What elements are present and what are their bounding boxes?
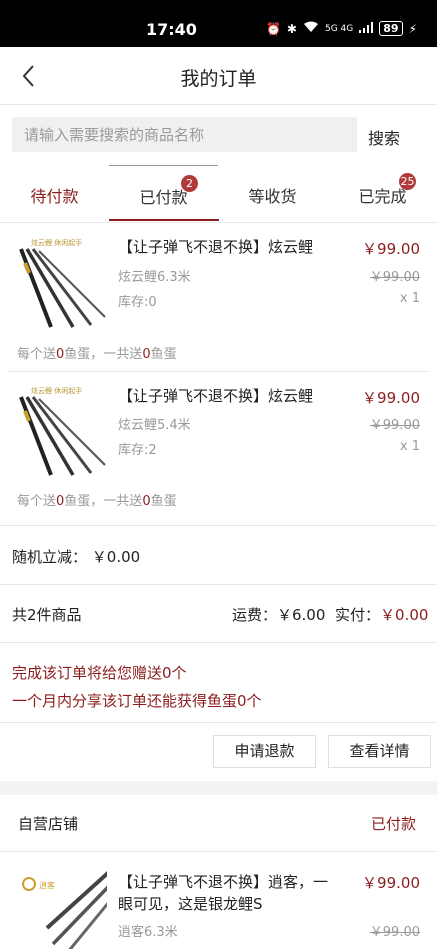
discount-value: ￥0.00 [91, 548, 141, 566]
tab-label: 待付款 [30, 187, 79, 206]
divider [0, 722, 437, 723]
search-button[interactable]: 搜索 [368, 125, 400, 149]
product-spec: 炫云鲤5.4米 [118, 418, 191, 433]
section-gap [0, 781, 437, 795]
signal-label: 5G 4G [324, 23, 354, 34]
order-item[interactable]: 炫云鲤 休闲起手 【让子弹飞不退不换】炫云鲤 ￥99.00 炫云鲤5.4米 ￥9… [0, 372, 437, 525]
original-price: ￥99.00 [369, 418, 420, 433]
divider [0, 584, 437, 585]
product-price: ￥99.00 [362, 389, 420, 407]
svg-text:炫云鲤 休闲起手: 炫云鲤 休闲起手 [31, 238, 82, 247]
shop-name: 自营店铺 [18, 815, 79, 833]
item-count: 共2件商品 [12, 606, 82, 624]
tab-completed[interactable]: 已完成 25 [328, 165, 437, 222]
product-title: 【让子弹飞不退不换】炫云鲤 [118, 238, 314, 256]
original-price: ￥99.00 [369, 270, 420, 285]
paid-label: 实付： [335, 606, 381, 624]
search-input[interactable] [12, 117, 357, 152]
tab-label: 已完成 [358, 187, 407, 206]
status-time: 17:40 [146, 20, 197, 39]
tab-label: 已付款 [139, 188, 188, 207]
egg-reward-text: 每个送0鱼蛋，一共送0鱼蛋 [17, 347, 177, 362]
product-quantity: x 1 [399, 439, 420, 454]
order-status-tabs: 待付款 已付款 2 等收货 已完成 25 [0, 165, 437, 222]
discount-label: 随机立减： [12, 548, 88, 566]
product-price: ￥99.00 [362, 874, 420, 892]
status-icons: ⏰ ✱ 5G 4G 89 ⚡ [266, 21, 417, 36]
original-price: ￥99.00 [369, 925, 420, 940]
product-spec: 炫云鲤6.3米 [118, 270, 191, 285]
bluetooth-icon: ✱ [286, 21, 297, 36]
product-stock: 库存:0 [118, 295, 157, 310]
battery-icon: 89 [379, 21, 403, 36]
search-bar: 搜索 [0, 105, 437, 165]
divider [0, 642, 437, 643]
product-title: 【让子弹飞不退不换】炫云鲤 [118, 387, 314, 405]
signal-icon [359, 21, 374, 36]
discount-row: 随机立减： ￥0.00 [12, 546, 140, 567]
svg-text:炫云鲤 休闲起手: 炫云鲤 休闲起手 [31, 386, 82, 395]
tab-label: 等收货 [248, 187, 297, 206]
page-title: 我的订单 [180, 68, 257, 90]
reward-text-complete: 完成该订单将给您赠送0个 [12, 664, 187, 682]
order-item[interactable]: 逍客 【让子弹飞不退不换】逍客，一 眼可见，这是银龙鲤S ￥99.00 逍客6.… [0, 852, 437, 949]
shipping-fee: 运费：￥6.00 [232, 606, 326, 624]
product-price: ￥99.00 [362, 240, 420, 258]
view-details-button[interactable]: 查看详情 [328, 735, 431, 768]
order-status: 已付款 [371, 815, 417, 833]
charging-icon: ⚡ [408, 21, 417, 36]
tab-paid[interactable]: 已付款 2 [109, 165, 218, 222]
fishing-rod-image: 炫云鲤 休闲起手 [17, 235, 107, 331]
fishing-rod-image: 逍客 [17, 868, 107, 949]
active-tab-indicator [109, 219, 219, 221]
reward-text-share: 一个月内分享该订单还能获得鱼蛋0个 [12, 692, 262, 710]
egg-reward-text: 每个送0鱼蛋，一共送0鱼蛋 [17, 494, 177, 509]
count-badge: 25 [399, 173, 416, 190]
nav-bar: 我的订单 [0, 47, 437, 105]
order-item[interactable]: 炫云鲤 休闲起手 【让子弹飞不退不换】炫云鲤 ￥99.00 炫云鲤6.3米 ￥9… [0, 223, 437, 371]
tab-pending-payment[interactable]: 待付款 [0, 165, 109, 222]
product-stock: 库存:2 [118, 443, 157, 458]
wifi-icon [303, 21, 319, 36]
svg-text:逍客: 逍客 [39, 880, 55, 890]
alarm-icon: ⏰ [265, 21, 281, 36]
product-spec: 逍客6.3米 [118, 925, 178, 940]
refund-button[interactable]: 申请退款 [213, 735, 316, 768]
status-bar: 17:40 ⏰ ✱ 5G 4G 89 ⚡ [0, 0, 437, 47]
product-title-line2: 眼可见，这是银龙鲤S [118, 895, 263, 913]
product-quantity: x 1 [399, 291, 420, 306]
paid-amount: 实付：￥0.00 [335, 604, 428, 625]
tab-awaiting-delivery[interactable]: 等收货 [218, 165, 327, 222]
divider [0, 525, 437, 526]
fishing-rod-image: 炫云鲤 休闲起手 [17, 383, 107, 479]
product-title: 【让子弹飞不退不换】逍客，一 [118, 873, 329, 891]
count-badge: 2 [181, 175, 198, 192]
paid-value: ￥0.00 [380, 606, 429, 624]
